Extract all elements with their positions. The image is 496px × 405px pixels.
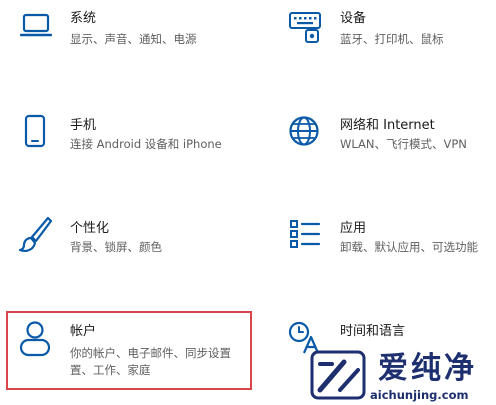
apps-list-icon bbox=[290, 220, 321, 248]
tile-description: WLAN、飞行模式、VPN bbox=[340, 137, 467, 151]
brush-icon bbox=[18, 216, 52, 252]
globe-icon bbox=[289, 116, 319, 146]
tile-title: 网络和 Internet bbox=[340, 118, 435, 133]
tile-title: 帐户 bbox=[70, 324, 97, 339]
tile-personalization[interactable]: 个性化 背景、锁屏、颜色 bbox=[10, 215, 245, 265]
tile-description: 显示、声音、通知、电源 bbox=[70, 32, 197, 46]
phone-icon bbox=[24, 114, 46, 148]
tile-description: 卸载、默认应用、可选功能 bbox=[340, 240, 478, 254]
tile-phone[interactable]: 手机 连接 Android 设备和 iPhone bbox=[10, 112, 245, 162]
tile-devices[interactable]: 设备 蓝牙、打印机、鼠标 bbox=[278, 5, 493, 55]
tile-accounts[interactable]: 帐户 你的帐户、电子邮件、同步设置 置、工作、家庭 bbox=[10, 318, 250, 386]
tile-title: 时间和语言 bbox=[340, 324, 406, 339]
tile-title: 手机 bbox=[70, 118, 97, 133]
tile-title: 设备 bbox=[340, 11, 367, 26]
person-icon bbox=[19, 321, 51, 357]
tile-apps[interactable]: 应用 卸载、默认应用、可选功能 bbox=[278, 215, 493, 265]
tile-description: 蓝牙、打印机、鼠标 bbox=[340, 32, 444, 46]
tile-title: 应用 bbox=[340, 221, 367, 236]
tile-description-continued: 置、工作、家庭 bbox=[70, 363, 151, 377]
watermark: 爱纯净 aichunjing.com bbox=[300, 348, 496, 405]
laptop-icon bbox=[20, 13, 52, 37]
watermark-logo-icon bbox=[310, 350, 366, 400]
keyboard-icon bbox=[289, 12, 321, 43]
tile-network[interactable]: 网络和 Internet WLAN、飞行模式、VPN bbox=[278, 112, 493, 162]
watermark-url: aichunjing.com bbox=[370, 388, 469, 402]
tile-system[interactable]: 系统 显示、声音、通知、电源 bbox=[10, 5, 240, 55]
tile-description: 背景、锁屏、颜色 bbox=[70, 240, 162, 254]
tile-title: 系统 bbox=[70, 11, 97, 26]
tile-description: 你的帐户、电子邮件、同步设置 bbox=[70, 346, 231, 360]
settings-home: 系统 显示、声音、通知、电源 设备 蓝牙、打印机、鼠标 手机 连接 Androi… bbox=[0, 0, 496, 405]
watermark-text: 爱纯净 bbox=[378, 351, 477, 386]
tile-title: 个性化 bbox=[70, 221, 110, 236]
tile-description: 连接 Android 设备和 iPhone bbox=[70, 137, 222, 151]
